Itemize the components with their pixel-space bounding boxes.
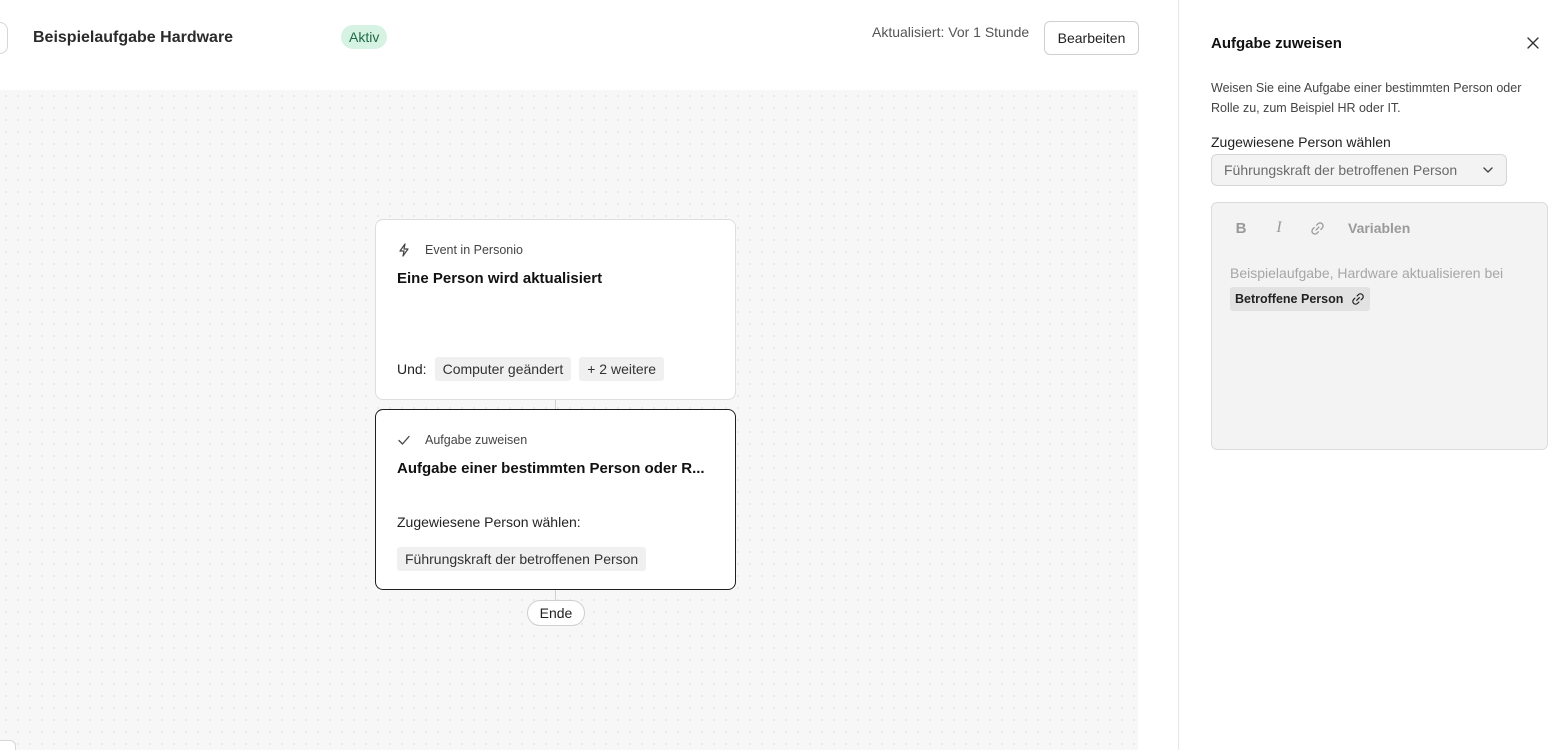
panel-description: Weisen Sie eine Aufgabe einer bestimmten… bbox=[1211, 81, 1522, 115]
more-conditions-chip[interactable]: + 2 weitere bbox=[579, 357, 665, 381]
header: Beispielaufgabe Hardware Aktiv Aktualisi… bbox=[0, 0, 1178, 88]
trigger-title: Eine Person wird aktualisiert bbox=[397, 270, 603, 287]
lightning-icon bbox=[397, 243, 411, 257]
canvas-control-button[interactable] bbox=[0, 740, 16, 750]
workflow-main: Beispielaufgabe Hardware Aktiv Aktualisi… bbox=[0, 0, 1178, 750]
end-pill: Ende bbox=[527, 600, 585, 626]
bold-button[interactable]: B bbox=[1230, 217, 1252, 239]
back-button[interactable] bbox=[0, 22, 8, 54]
task-editor[interactable]: B I Variablen Beispielaufgabe, Hardware … bbox=[1211, 202, 1548, 450]
variable-chip[interactable]: Betroffene Person bbox=[1230, 287, 1371, 311]
action-type-label: Aufgabe zuweisen bbox=[425, 433, 528, 447]
trigger-conditions: Und: Computer geändert + 2 weitere bbox=[397, 357, 665, 381]
connector-line bbox=[555, 590, 556, 600]
assignee-select-value: Führungskraft der betroffenen Person bbox=[1224, 162, 1458, 178]
action-value-chip: Führungskraft der betroffenen Person bbox=[397, 547, 647, 571]
trigger-node[interactable]: Event in Personio Eine Person wird aktua… bbox=[375, 219, 736, 400]
updated-text: Aktualisiert: Vor 1 Stunde bbox=[872, 24, 1030, 40]
action-field-label: Zugewiesene Person wählen: bbox=[397, 514, 581, 530]
link-button[interactable] bbox=[1306, 217, 1328, 239]
app: Beispielaufgabe Hardware Aktiv Aktualisi… bbox=[0, 0, 1567, 750]
connector-line bbox=[555, 400, 556, 409]
workflow-canvas[interactable]: Event in Personio Eine Person wird aktua… bbox=[0, 90, 1138, 750]
page-title: Beispielaufgabe Hardware bbox=[33, 29, 234, 46]
assignee-label: Zugewiesene Person wählen bbox=[1211, 134, 1391, 150]
trigger-node-header: Event in Personio bbox=[397, 243, 523, 257]
italic-button[interactable]: I bbox=[1268, 217, 1290, 239]
trigger-type-label: Event in Personio bbox=[425, 243, 523, 257]
status-badge: Aktiv bbox=[341, 25, 388, 49]
close-button[interactable] bbox=[1524, 34, 1542, 52]
editor-text[interactable]: Beispielaufgabe, Hardware aktualisieren … bbox=[1230, 265, 1503, 281]
action-node-header: Aufgabe zuweisen bbox=[397, 433, 527, 447]
editor-toolbar: B I Variablen bbox=[1230, 217, 1411, 239]
action-node[interactable]: Aufgabe zuweisen Aufgabe einer bestimmte… bbox=[375, 409, 736, 590]
and-label: Und: bbox=[397, 361, 427, 377]
link-icon bbox=[1310, 221, 1324, 235]
side-panel: Aufgabe zuweisen Weisen Sie eine Aufgabe… bbox=[1178, 0, 1567, 750]
checkmark-icon bbox=[397, 433, 411, 447]
edit-button[interactable]: Bearbeiten bbox=[1044, 21, 1139, 55]
action-title: Aufgabe einer bestimmten Person oder R..… bbox=[397, 460, 705, 477]
variable-chip-label: Betroffene Person bbox=[1235, 292, 1344, 306]
chevron-down-icon bbox=[1483, 167, 1493, 173]
variables-button[interactable]: Variablen bbox=[1348, 220, 1410, 236]
link-icon bbox=[1351, 292, 1365, 306]
action-value-row: Führungskraft der betroffenen Person bbox=[397, 547, 647, 571]
assignee-select[interactable]: Führungskraft der betroffenen Person bbox=[1211, 154, 1507, 186]
condition-chip: Computer geändert bbox=[434, 357, 572, 381]
panel-title: Aufgabe zuweisen bbox=[1211, 35, 1342, 52]
close-icon bbox=[1527, 37, 1539, 49]
